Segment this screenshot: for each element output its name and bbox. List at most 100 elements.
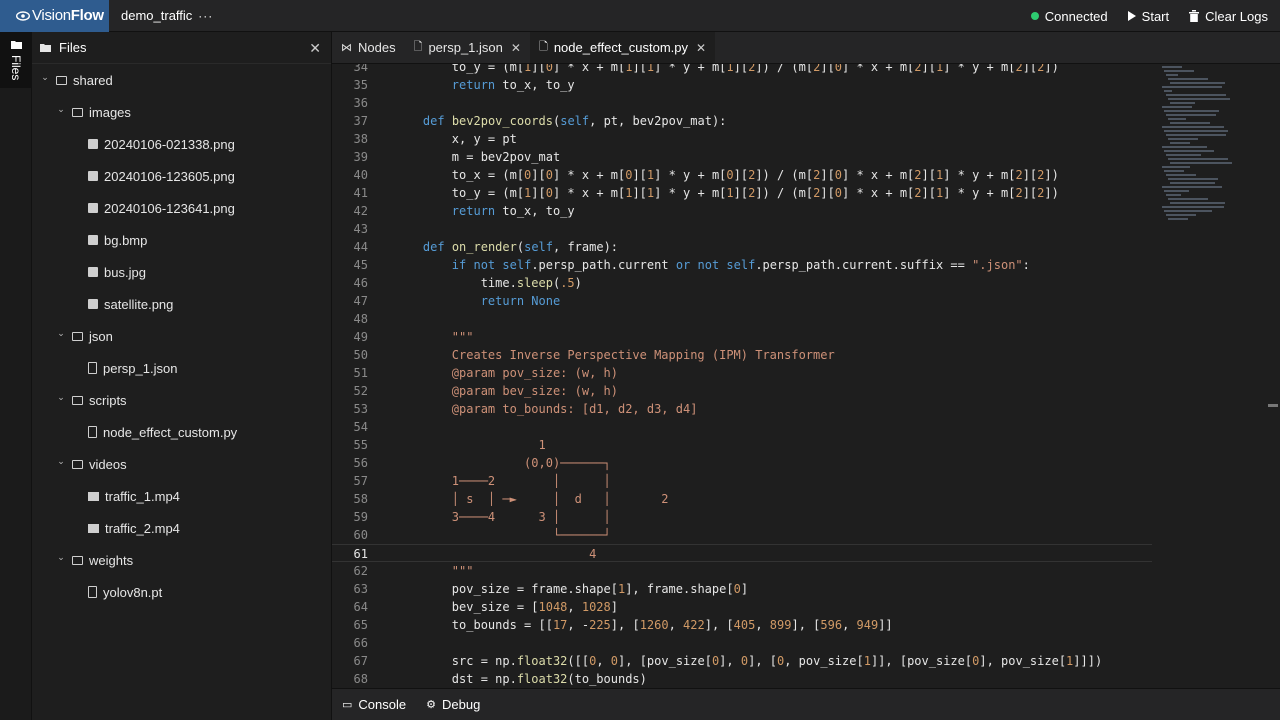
minimap-line [1164,210,1212,212]
tree-folder[interactable]: ⌄ shared [32,64,331,96]
tab-debug[interactable]: ⚙ Debug [426,697,480,712]
folder-icon [72,107,83,117]
close-icon[interactable]: ✕ [511,41,521,55]
top-bar: VisionFlow demo_traffic ··· Connected St… [0,0,1280,32]
file-icon: 🗋 [538,41,548,53]
line-number: 34 [353,64,368,74]
bottom-tab-label: Console [358,697,407,712]
activity-bar: Files [0,32,32,720]
minimap-line [1166,174,1196,176]
code-text: x, y = pt [394,132,517,146]
minimap-line [1166,214,1196,216]
project-menu-icon[interactable]: ··· [198,9,213,23]
tree-file[interactable]: node_effect_custom.py [32,416,331,448]
activity-files-button[interactable]: Files [0,32,32,88]
tree-folder[interactable]: ⌄ weights [32,544,331,576]
clear-logs-label: Clear Logs [1205,8,1268,24]
folder-icon [40,44,51,52]
tab-nodes[interactable]: ⋈ Nodes [332,32,405,63]
tree-file[interactable]: 20240106-123605.png [32,160,331,192]
tree-item-label: weights [89,552,134,568]
tree-file[interactable]: satellite.png [32,288,331,320]
line-number: 58 [353,492,368,506]
tree-file[interactable]: yolov8n.pt [32,576,331,608]
tree-file[interactable]: persp_1.json [32,352,331,384]
code-line: 59 3────4 3 │ │ [332,508,1152,526]
tree-file[interactable]: bg.bmp [32,224,331,256]
code-line: 62 """ [332,562,1152,580]
line-number: 46 [353,276,368,290]
line-number: 55 [353,438,368,452]
eye-icon [16,10,30,21]
project-name[interactable]: demo_traffic ··· [121,8,213,23]
tree-item-label: bus.jpg [104,264,146,280]
tree-item-label: shared [73,72,113,88]
tree-item-label: videos [89,456,127,472]
minimap-line [1164,170,1184,172]
minimap-line [1168,198,1208,200]
tree-file[interactable]: bus.jpg [32,256,331,288]
start-button[interactable]: Start [1127,9,1169,24]
code-line: 65 to_bounds = [[17, -225], [1260, 422],… [332,616,1152,634]
minimap-line [1170,202,1225,204]
folder-icon [72,331,83,341]
code-text: def bev2pov_coords(self, pt, bev2pov_mat… [422,114,727,128]
file-explorer: Files ✕ ⌄ shared ⌄ images 20240106-021338.pn… [32,32,332,720]
tree-folder[interactable]: ⌄ json [32,320,331,352]
chevron-down-icon[interactable]: ⌄ [56,456,66,467]
file-explorer-title: Files [59,40,87,55]
chevron-down-icon[interactable]: ⌄ [56,328,66,339]
tree-folder[interactable]: ⌄ scripts [32,384,331,416]
tab-node-effect-custom-py[interactable]: 🗋 node_effect_custom.py ✕ [529,32,716,63]
tab-persp-1-json[interactable]: 🗋 persp_1.json ✕ [405,32,530,63]
close-icon[interactable]: ✕ [309,40,321,57]
minimap-line [1164,130,1228,132]
minimap-line [1162,106,1192,108]
tree-file[interactable]: traffic_1.mp4 [32,480,331,512]
scrollbar-thumb[interactable] [1268,404,1278,407]
line-number: 68 [353,672,368,686]
code-line: 41 to_y = (m[1][0] * x + m[1][1] * y + m… [332,184,1152,202]
minimap-line [1170,102,1195,104]
chevron-down-icon[interactable]: ⌄ [56,104,66,115]
code-line: 52 @param bev_size: (w, h) [332,382,1152,400]
minimap-line [1168,218,1188,220]
chevron-down-icon[interactable]: ⌄ [40,72,50,83]
file-icon [88,586,97,598]
chevron-down-icon[interactable]: ⌄ [56,552,66,563]
editor-tabs: ⋈ Nodes 🗋 persp_1.json ✕ 🗋 node_effect_custom.… [332,32,1280,64]
chevron-down-icon[interactable]: ⌄ [56,392,66,403]
line-number: 44 [353,240,368,254]
line-number: 38 [353,132,368,146]
tab-console[interactable]: ▭ Console [342,697,406,712]
close-icon[interactable]: ✕ [696,41,706,55]
folder-icon [10,41,22,49]
line-number: 51 [353,366,368,380]
clear-logs-button[interactable]: Clear Logs [1189,9,1268,24]
code-line: 40 to_x = (m[0][0] * x + m[0][1] * y + m… [332,166,1152,184]
minimap-line [1164,110,1219,112]
tree-file[interactable]: traffic_2.mp4 [32,512,331,544]
file-icon [88,426,97,438]
minimap-line [1162,206,1224,208]
code-editor[interactable]: 34 to_y = (m[1][0] * x + m[1][1] * y + m… [332,64,1280,688]
code-text: │ s │ ─► │ d │ 2 [394,492,669,506]
app-logo[interactable]: VisionFlow [0,0,109,32]
tree-item-label: node_effect_custom.py [103,424,238,440]
minimap-line [1162,126,1224,128]
minimap-line [1168,118,1186,120]
gear-icon: ⚙ [426,699,436,711]
line-number: 50 [353,348,368,362]
code-line: 49 """ [332,328,1152,346]
code-text: 3────4 3 │ │ [394,510,611,524]
tree-folder[interactable]: ⌄ videos [32,448,331,480]
code-line: 50 Creates Inverse Perspective Mapping (… [332,346,1152,364]
tree-file[interactable]: 20240106-123641.png [32,192,331,224]
minimap[interactable] [1158,64,1268,688]
minimap-line [1162,166,1190,168]
code-line: 63 pov_size = frame.shape[1], frame.shap… [332,580,1152,598]
app-logo-text: VisionFlow [32,7,104,24]
tree-folder[interactable]: ⌄ images [32,96,331,128]
folder-icon [72,395,83,405]
tree-file[interactable]: 20240106-021338.png [32,128,331,160]
